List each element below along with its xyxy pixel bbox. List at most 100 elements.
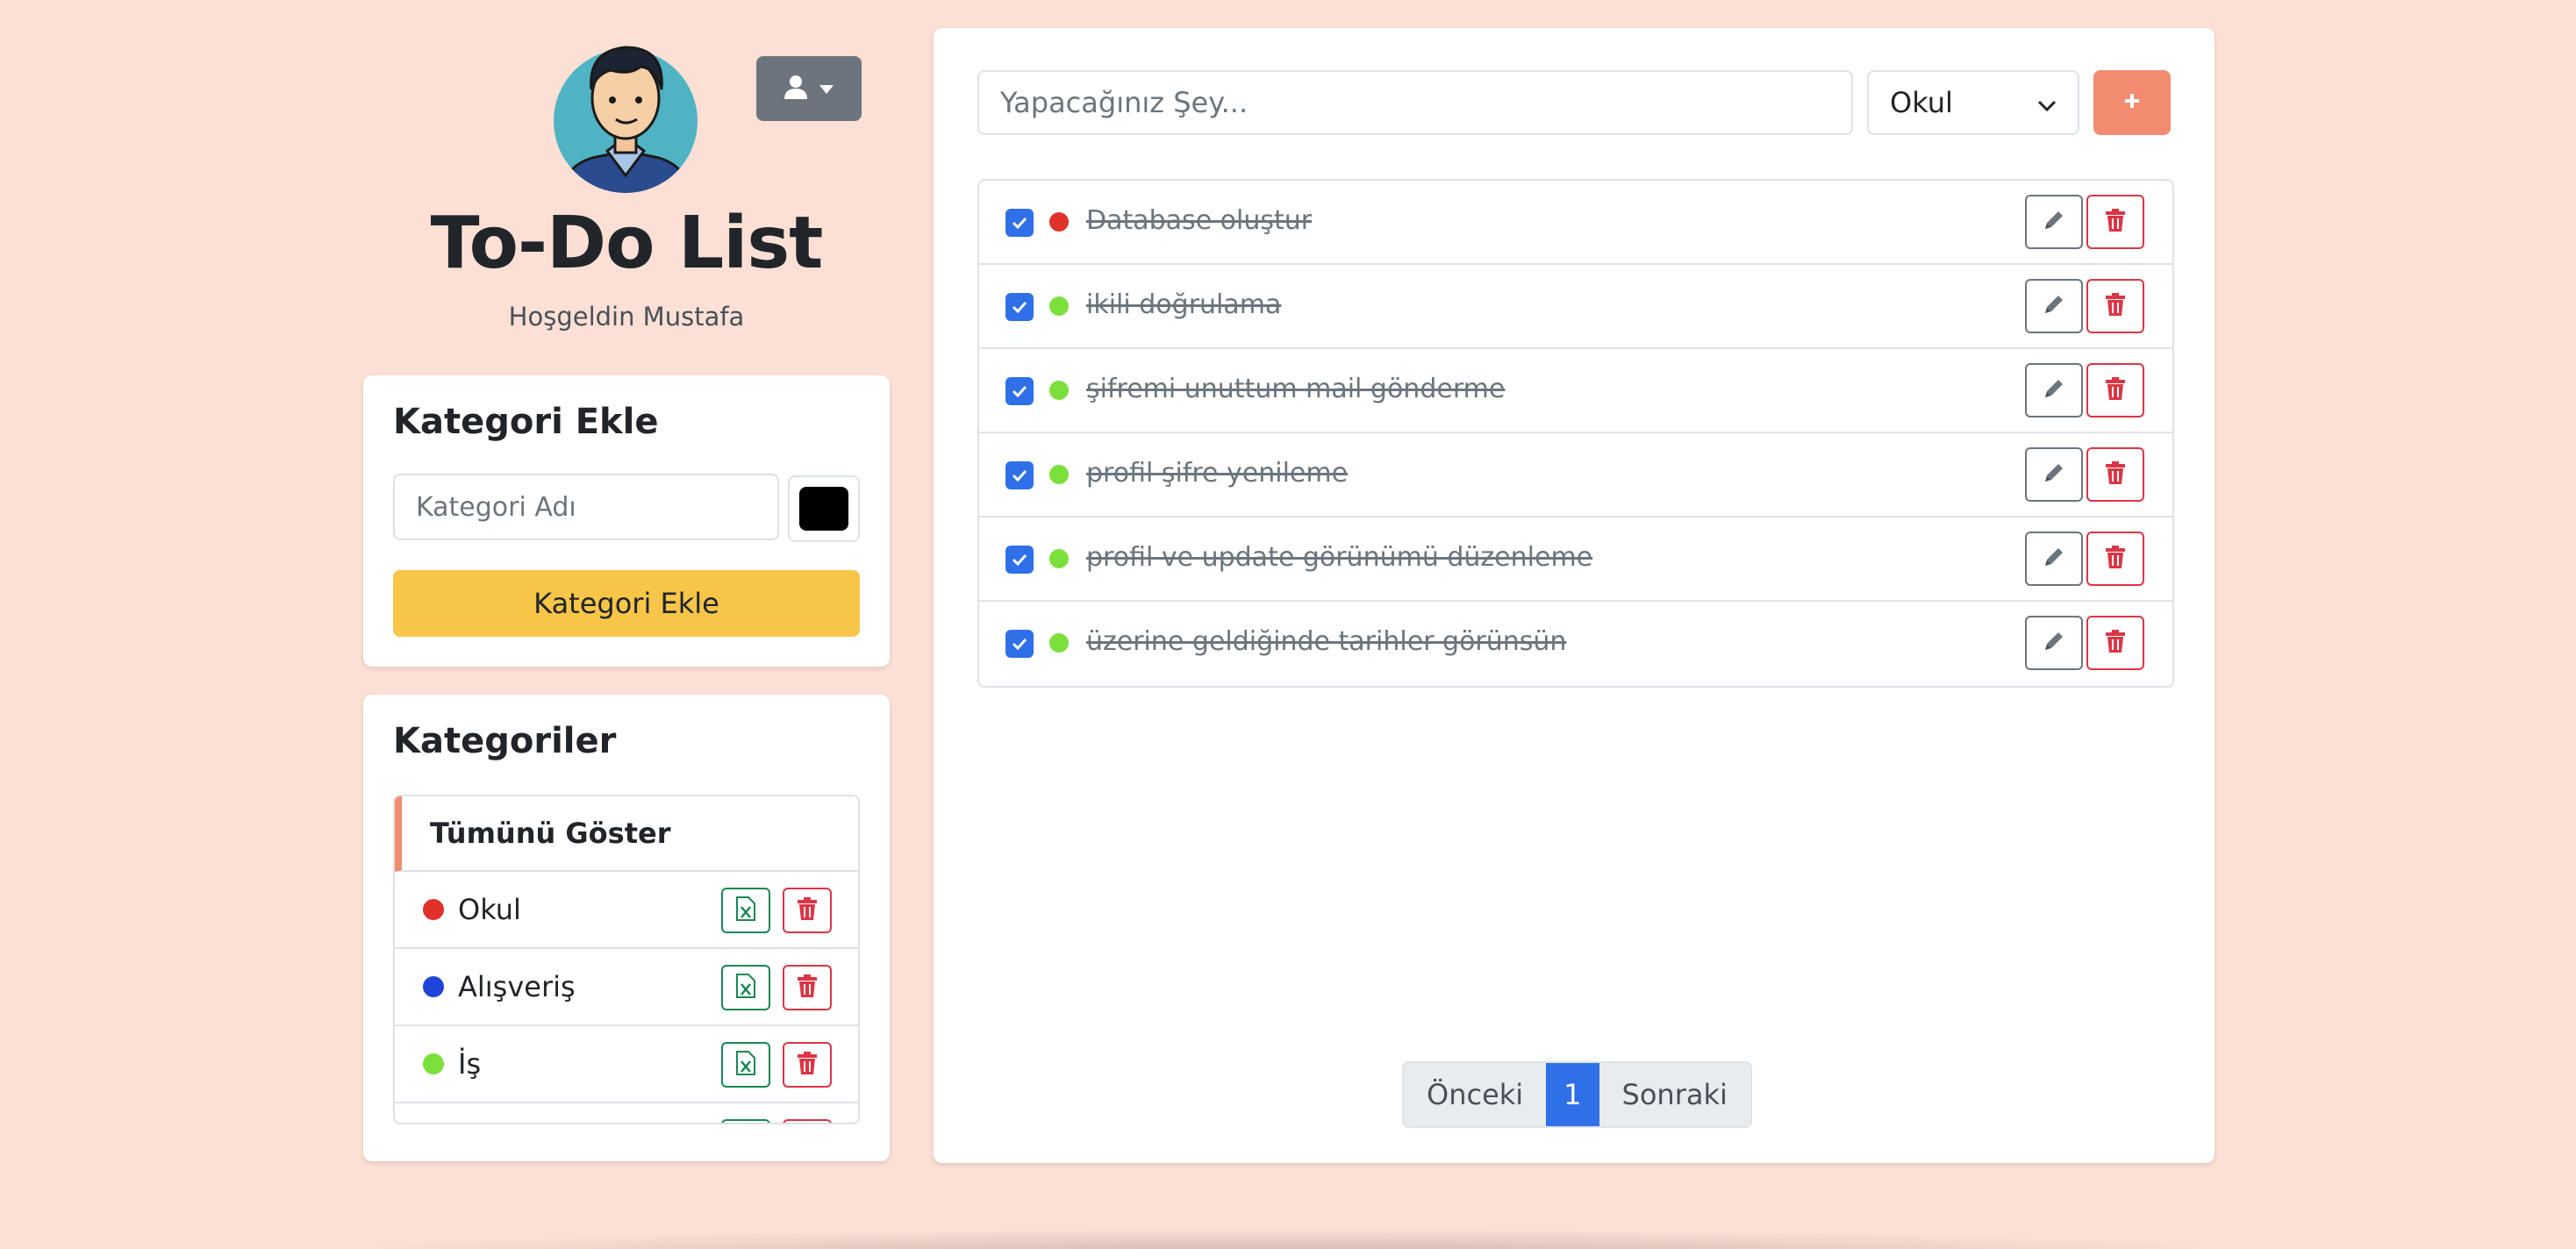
delete-category-button[interactable] [783, 888, 832, 933]
task-text: Database oluştur [1086, 205, 1313, 236]
task-row: şifremi unuttum mail gönderme [979, 349, 2172, 433]
task-category-dot [1049, 381, 1069, 400]
task-checkbox[interactable] [1005, 377, 1034, 405]
task-category-dot [1049, 465, 1069, 484]
category-item-okul[interactable]: Okul [395, 872, 858, 949]
pencil-icon [2042, 292, 2066, 320]
user-menu-button[interactable] [756, 56, 862, 121]
category-item-alisveris[interactable]: Alışveriş [395, 949, 858, 1026]
show-all-categories[interactable]: Tümünü Göster [395, 796, 858, 872]
category-label: Okul [458, 893, 521, 926]
task-checkbox[interactable] [1005, 546, 1034, 574]
task-category-dot [1049, 296, 1069, 316]
chevron-down-icon [2037, 86, 2057, 119]
category-select[interactable]: Okul [1867, 70, 2079, 135]
pencil-icon [2042, 460, 2066, 489]
page-button-current[interactable]: 1 [1546, 1063, 1599, 1126]
delete-category-button[interactable] [783, 1119, 832, 1123]
task-list: Database oluştur ikili doğrulama şifremi… [977, 179, 2174, 688]
categories-card: Kategoriler Tümünü Göster Okul Alışveriş [363, 695, 890, 1161]
edit-task-button[interactable] [2025, 532, 2083, 586]
task-checkbox[interactable] [1005, 293, 1034, 321]
delete-task-button[interactable] [2086, 363, 2144, 418]
delete-task-button[interactable] [2086, 532, 2144, 586]
category-item-partial[interactable] [395, 1103, 858, 1123]
task-row: üzerine geldiğinde tarihler görünsün [979, 602, 2172, 686]
trash-icon [798, 897, 817, 924]
pagination: Önceki 1 Sonraki [1402, 1061, 1752, 1128]
category-label: Alışveriş [458, 970, 576, 1003]
task-checkbox[interactable] [1005, 209, 1034, 237]
export-excel-button[interactable] [721, 1042, 770, 1088]
category-item-is[interactable]: İş [395, 1026, 858, 1103]
plus-icon [2124, 93, 2140, 112]
delete-task-button[interactable] [2086, 279, 2144, 333]
categories-title: Kategoriler [393, 721, 617, 761]
task-category-dot [1049, 633, 1069, 653]
edit-task-button[interactable] [2025, 363, 2083, 418]
export-excel-button[interactable] [721, 888, 770, 933]
task-category-dot [1049, 212, 1069, 232]
category-color-picker[interactable] [788, 475, 860, 542]
user-icon [784, 75, 807, 103]
task-text: şifremi unuttum mail gönderme [1086, 374, 1506, 404]
category-color-dot [423, 899, 444, 920]
delete-category-button[interactable] [783, 965, 832, 1010]
pencil-icon [2042, 208, 2066, 236]
trash-icon [2106, 377, 2125, 403]
trash-icon [2106, 209, 2125, 235]
category-label: İş [458, 1047, 482, 1081]
task-row: ikili doğrulama [979, 265, 2172, 349]
task-checkbox[interactable] [1005, 461, 1034, 489]
edit-task-button[interactable] [2025, 279, 2083, 333]
category-color-dot [423, 1053, 444, 1074]
delete-task-button[interactable] [2086, 616, 2144, 670]
file-excel-icon [736, 896, 755, 924]
edit-task-button[interactable] [2025, 616, 2083, 670]
selected-category: Okul [1890, 86, 1953, 119]
next-page-button[interactable]: Sonraki [1599, 1063, 1750, 1126]
welcome-text: Hoşgeldin Mustafa [508, 302, 745, 332]
add-category-button[interactable]: Kategori Ekle [393, 570, 860, 637]
task-input[interactable] [977, 70, 1853, 135]
trash-icon [798, 1052, 817, 1078]
task-row: profil şifre yenileme [979, 433, 2172, 517]
delete-task-button[interactable] [2086, 447, 2144, 502]
category-list: Tümünü Göster Okul Alışveriş İş [393, 795, 860, 1124]
category-color-dot [423, 976, 444, 997]
file-excel-icon [736, 974, 755, 1002]
category-name-input[interactable] [393, 474, 779, 540]
avatar [553, 35, 698, 196]
add-category-card: Kategori Ekle Kategori Ekle [363, 375, 890, 667]
task-checkbox[interactable] [1005, 630, 1034, 658]
task-category-dot [1049, 549, 1069, 568]
task-text: profil ve update görünümü düzenleme [1086, 542, 1593, 573]
edit-task-button[interactable] [2025, 195, 2083, 249]
add-task-button[interactable] [2093, 70, 2171, 135]
prev-page-button[interactable]: Önceki [1404, 1063, 1547, 1126]
color-swatch [799, 487, 848, 531]
export-excel-button[interactable] [721, 1119, 770, 1123]
pencil-icon [2042, 629, 2066, 657]
add-category-title: Kategori Ekle [393, 402, 659, 442]
task-text: üzerine geldiğinde tarihler görünsün [1086, 626, 1567, 657]
tasks-card: Okul Database oluştur [934, 28, 2215, 1163]
trash-icon [2106, 461, 2125, 488]
trash-icon [2106, 630, 2125, 656]
chevron-down-icon [819, 81, 834, 97]
task-text: profil şifre yenileme [1086, 458, 1349, 489]
trash-icon [2106, 546, 2125, 572]
task-text: ikili doğrulama [1086, 289, 1282, 320]
export-excel-button[interactable] [721, 965, 770, 1010]
page-title: To-Do List [430, 202, 824, 285]
edit-task-button[interactable] [2025, 447, 2083, 502]
pencil-icon [2042, 376, 2066, 404]
task-row: Database oluştur [979, 181, 2172, 265]
delete-task-button[interactable] [2086, 195, 2144, 249]
bottom-shadow [290, 1228, 2290, 1249]
pencil-icon [2042, 545, 2066, 573]
trash-icon [798, 974, 817, 1001]
delete-category-button[interactable] [783, 1042, 832, 1088]
trash-icon [2106, 293, 2125, 319]
task-row: profil ve update görünümü düzenleme [979, 517, 2172, 602]
